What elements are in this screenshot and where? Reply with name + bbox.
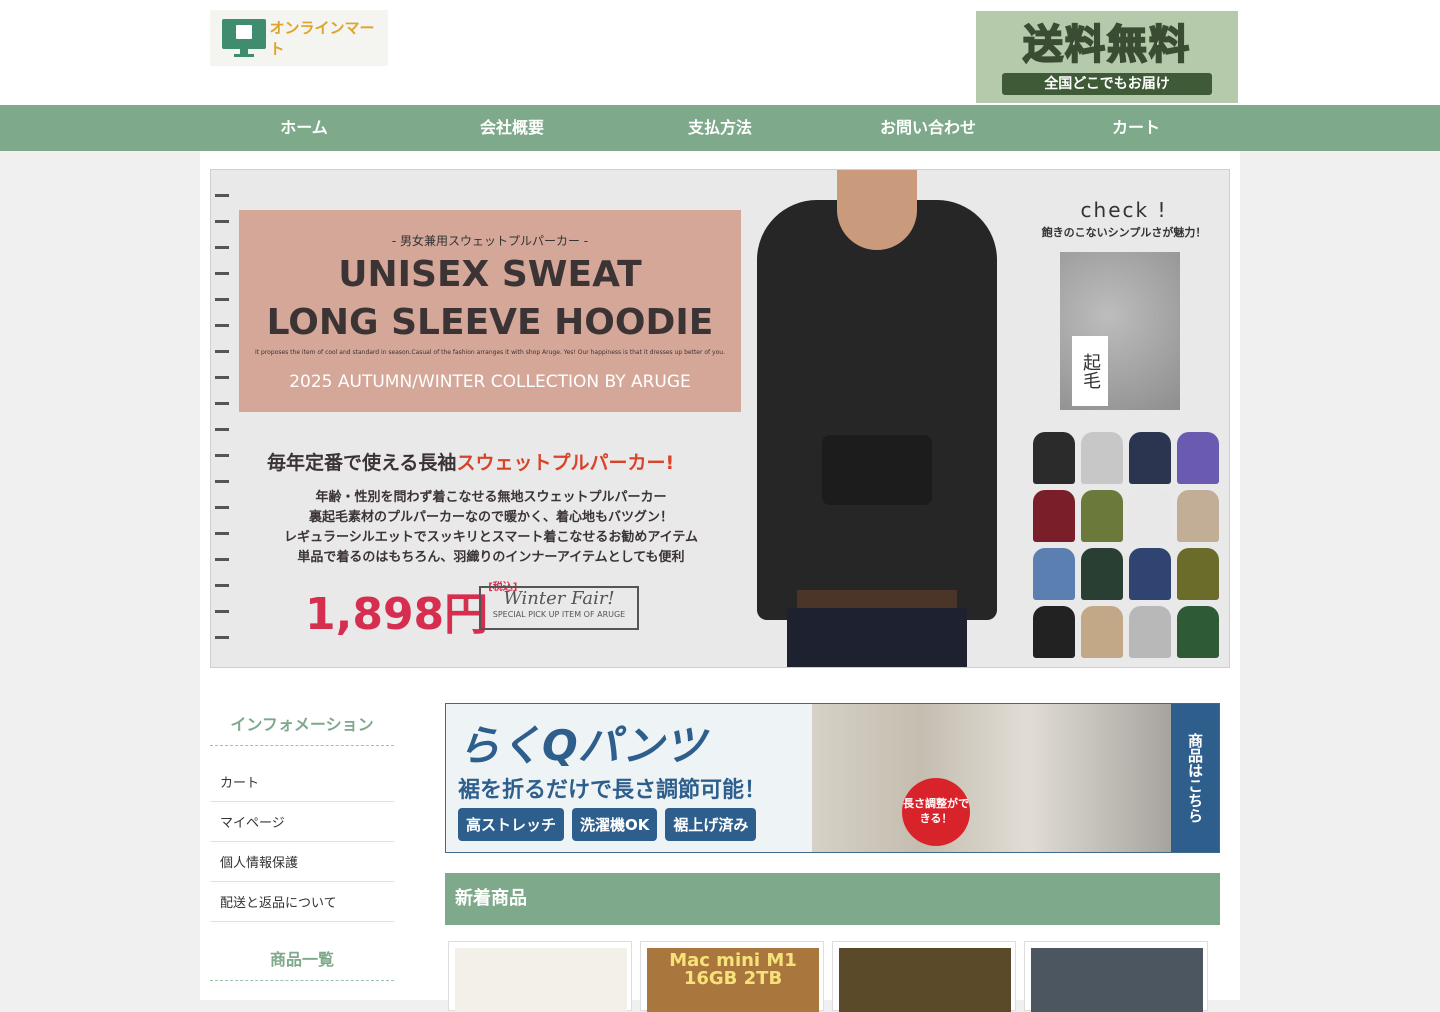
nav-home[interactable]: ホーム (200, 105, 408, 151)
winter-fair-caption: SPECIAL PICK UP ITEM OF ARUGE (492, 610, 626, 619)
product-card[interactable] (832, 941, 1016, 1012)
rakuq-subtitle: 裾を折るだけで長さ調節可能！ (458, 778, 767, 803)
hoodie-color-swatch (1033, 432, 1075, 484)
hero-title-line2: LONG SLEEVE HOODIE (266, 302, 714, 343)
check-description: 飽きのこないシンプルさが魅力！ (1041, 226, 1207, 239)
rakuq-banner-text: らくQパンツ 裾を折るだけで長さ調節可能！ 高ストレッチ 洗濯機OK 裾上げ済み (446, 704, 812, 852)
main-nav: ホーム 会社概要 支払方法 お問い合わせ カート (0, 105, 1440, 151)
winter-fair-title: Winter Fair! (503, 588, 615, 609)
nav-payment[interactable]: 支払方法 (616, 105, 824, 151)
hoodie-color-swatch (1081, 606, 1123, 658)
product-image (455, 948, 627, 1012)
new-items-heading: 新着商品 (445, 873, 1220, 925)
sidebar-item-cart[interactable]: カート (210, 762, 394, 802)
hoodie-color-swatch (1081, 490, 1123, 542)
hoodie-color-swatch (1033, 606, 1075, 658)
hoodie-color-swatch (1033, 490, 1075, 542)
hoodie-color-swatch (1177, 432, 1219, 484)
hero-desc-line: レギュラーシルエットでスッキリとスマート着こなせるお勧めアイテム (283, 530, 699, 545)
site-header: オンラインマート 送料無料 全国どこでもお届け (0, 0, 1440, 105)
hoodie-color-swatch (1177, 548, 1219, 600)
hoodie-color-swatch (1177, 606, 1219, 658)
hero-title-line1: UNISEX SWEAT (338, 254, 642, 295)
hero-collection: 2025 AUTUMN/WINTER COLLECTION BY ARUGE (289, 372, 691, 392)
feature-pill: 高ストレッチ (458, 808, 565, 841)
rakuq-pants-banner[interactable]: らくQパンツ 裾を折るだけで長さ調節可能！ 高ストレッチ 洗濯機OK 裾上げ済み… (445, 703, 1220, 853)
fabric-tag: 起毛 (1072, 336, 1108, 406)
free-shipping-subtitle: 全国どこでもお届け (1002, 73, 1212, 95)
hero-subtitle: - 男女兼用スウェットプルパーカー - (391, 234, 589, 248)
color-swatches (1033, 432, 1219, 658)
hoodie-color-swatch (1129, 606, 1171, 658)
product-image (839, 948, 1011, 1012)
sidebar: インフォメーション カート マイページ 個人情報保護 配送と返品について 商品一… (210, 711, 394, 981)
length-adjust-badge: 長さ調整ができる！ (902, 778, 970, 846)
hero-title-panel: - 男女兼用スウェットプルパーカー - UNISEX SWEAT LONG SL… (239, 210, 741, 412)
hoodie-color-swatch (1129, 490, 1171, 542)
hoodie-color-swatch (1129, 432, 1171, 484)
hero-price-value: 1,898円 (305, 589, 489, 640)
product-card[interactable]: Mac mini M1 16GB 2TB (640, 941, 824, 1012)
hoodie-model-image (717, 170, 1027, 667)
sidebar-item-privacy[interactable]: 個人情報保護 (210, 842, 394, 882)
fabric-closeup-image: 起毛 (1060, 252, 1180, 410)
hero-tagline: It proposes the item of cool and standar… (255, 349, 725, 356)
product-card[interactable] (448, 941, 632, 1012)
product-image (1031, 948, 1203, 1012)
hero-headline-accent: スウェットプルパーカー! (456, 452, 675, 474)
hoodie-color-swatch (1129, 548, 1171, 600)
hoodie-color-swatch (1177, 490, 1219, 542)
new-items-grid: Mac mini M1 16GB 2TB (448, 941, 1208, 1012)
product-image: Mac mini M1 16GB 2TB (647, 948, 819, 1012)
feature-pill: 裾上げ済み (665, 808, 757, 841)
logo-text: オンラインマート (269, 19, 375, 58)
pants-model-photo: 長さ調整ができる！ (812, 704, 1172, 852)
nav-cart[interactable]: カート (1032, 105, 1240, 151)
sidebar-item-mypage[interactable]: マイページ (210, 802, 394, 842)
rakuq-title: らくQパンツ (458, 721, 706, 770)
check-callout: check ! 飽きのこないシンプルさが魅力！ (1029, 198, 1219, 240)
free-shipping-title: 送料無料 (1022, 20, 1191, 69)
nav-company[interactable]: 会社概要 (408, 105, 616, 151)
hoodie-color-swatch (1081, 548, 1123, 600)
hero-description: 年齢・性別を問わず着こなせる無地スウェットプルパーカー 裏起毛素材のプルパーカー… (251, 488, 731, 568)
sidebar-item-shipping-returns[interactable]: 配送と返品について (210, 882, 394, 922)
free-shipping-banner[interactable]: 送料無料 全国どこでもお届け (976, 11, 1238, 103)
cta-label: 商品はこちら (1186, 733, 1204, 823)
sidebar-products-title: 商品一覧 (210, 946, 394, 981)
notebook-spiral (215, 180, 229, 660)
hero-headline: 毎年定番で使える長袖スウェットプルパーカー! (267, 448, 674, 475)
hero-desc-line: 年齢・性別を問わず着こなせる無地スウェットプルパーカー (315, 490, 667, 505)
nav-contact[interactable]: お問い合わせ (824, 105, 1032, 151)
site-logo[interactable]: オンラインマート (210, 10, 388, 66)
check-title: check ! (1080, 198, 1168, 222)
feature-pill: 洗濯機OK (572, 808, 658, 841)
hero-banner[interactable]: - 男女兼用スウェットプルパーカー - UNISEX SWEAT LONG SL… (210, 169, 1230, 668)
hero-desc-line: 裏起毛素材のプルパーカーなので暖かく、着心地もバツグン！ (308, 510, 673, 525)
rakuq-feature-pills: 高ストレッチ 洗濯機OK 裾上げ済み (458, 808, 757, 841)
hero-headline-prefix: 毎年定番で使える長袖 (267, 452, 457, 474)
hoodie-color-swatch (1081, 432, 1123, 484)
product-link-cta[interactable]: 商品はこちら (1171, 704, 1219, 852)
hero-desc-line: 単品で着るのはもちろん、羽織りのインナーアイテムとしても便利 (297, 550, 685, 565)
sidebar-info-list: カート マイページ 個人情報保護 配送と返品について (210, 762, 394, 922)
main-container: - 男女兼用スウェットプルパーカー - UNISEX SWEAT LONG SL… (200, 151, 1240, 1012)
product-card[interactable] (1024, 941, 1208, 1012)
winter-fair-stamp: Winter Fair! SPECIAL PICK UP ITEM OF ARU… (479, 586, 639, 630)
sidebar-info-title: インフォメーション (210, 711, 394, 746)
monitor-bag-icon (222, 19, 266, 57)
hoodie-color-swatch (1033, 548, 1075, 600)
